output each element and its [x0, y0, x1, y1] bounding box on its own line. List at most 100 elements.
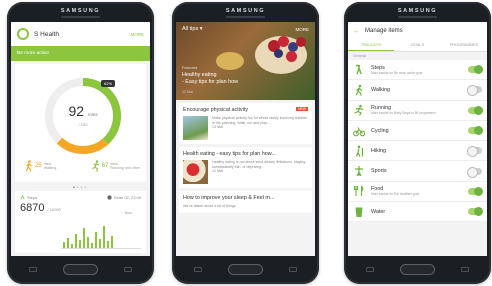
walking-icon — [25, 160, 32, 172]
tab-trackers[interactable]: TRACKERS — [348, 40, 395, 51]
tracker-row-7[interactable]: Food Main tracker for Eat healthier goal — [348, 182, 487, 203]
home-button[interactable] — [63, 264, 98, 275]
tip-card-text: Healthy eating is not about strict dieta… — [212, 160, 306, 169]
tab-programmes[interactable]: PROGRAMMES — [441, 40, 487, 51]
manage-tabs: TRACKERS GOALS PROGRAMMES — [348, 40, 487, 52]
back-key[interactable] — [289, 267, 297, 272]
berry-image — [274, 49, 283, 58]
tip-card-body: Healthy eating is not about strict dieta… — [183, 160, 308, 184]
tip-card-date: 12 Mar — [212, 169, 224, 174]
tracker-list: Steps Main tracker for Be more active goa… — [348, 60, 487, 223]
steps-count: 6870 — [20, 202, 45, 214]
walking-icon — [355, 84, 363, 96]
home-button[interactable] — [400, 264, 435, 275]
tracker-label: Walking — [371, 87, 468, 93]
activity-ring: 62% 92 mins / 150 — [41, 74, 125, 158]
hero-kicker: Featured — [182, 66, 198, 70]
hero-date: 12 Mar — [182, 90, 194, 94]
tracker-toggle[interactable] — [467, 85, 482, 97]
tip-card[interactable]: NEW Encourage physical activity Make phy… — [179, 103, 312, 144]
tracker-row-5[interactable]: Hiking — [348, 141, 487, 162]
tracker-label: Hiking — [371, 148, 468, 154]
tips-filter-label: All tips — [182, 26, 199, 32]
tracker-row-1[interactable]: Steps Main tracker for Be more active goa… — [348, 60, 487, 81]
steps-icon — [355, 64, 362, 74]
goal-banner[interactable]: Be more active — [11, 46, 150, 61]
app-header: S Health MORE — [11, 22, 150, 46]
tip-thumbnail-image — [183, 160, 208, 184]
steps-bar-graph — [61, 219, 141, 249]
tips-filter-dropdown[interactable]: All tips ▾ — [182, 26, 203, 32]
phone-s-health-dashboard: SAMSUNG S Health MORE Be more active 62%… — [7, 2, 154, 284]
tip-card-text: Make physical activity fun for whole fam… — [212, 116, 308, 125]
food-icon — [353, 185, 364, 197]
sports-icon — [355, 166, 363, 177]
steps-label: Steps — [27, 195, 38, 200]
hero-title: Healthy eating - Easy tips for plan how — [182, 72, 238, 86]
cycling-icon — [353, 126, 365, 136]
tab-goals[interactable]: GOALS — [394, 40, 440, 51]
tracker-label: Cycling — [371, 128, 468, 134]
tracker-toggle[interactable] — [468, 207, 483, 217]
recent-apps-key[interactable] — [29, 267, 37, 272]
activity-running: 67 mins Running and other — [91, 160, 140, 172]
tracker-subtitle: Main tracker for Baby Steps to 5K progra… — [371, 111, 436, 116]
tracker-row-4[interactable]: Cycling — [348, 121, 487, 142]
more-button[interactable]: MORE — [131, 32, 145, 37]
tracker-toggle[interactable] — [468, 186, 483, 196]
tracker-toggle[interactable] — [468, 105, 483, 115]
tracker-row-6[interactable]: Sports — [348, 161, 487, 182]
tracker-name: Walking — [371, 86, 390, 93]
phone-brand: SAMSUNG — [397, 8, 438, 14]
tip-card[interactable]: How to improve your sleep & Feel m... We… — [179, 191, 312, 213]
ring-value-number: 92 — [68, 103, 85, 119]
tracker-name: Sports — [371, 168, 387, 175]
tracker-row-8[interactable]: Water — [348, 202, 487, 223]
walking-value: 25 — [35, 163, 42, 169]
clock-icon — [107, 195, 112, 200]
feed-header: All tips ▾ MORE — [176, 22, 315, 36]
tracker-label: Sports — [371, 168, 468, 174]
tracker-toggle[interactable] — [467, 166, 482, 178]
steps-card[interactable]: Steps Sean 02, 22:05 6870 / 10000 Now — [15, 191, 146, 253]
steps-bar — [87, 237, 89, 248]
running-icon — [91, 160, 99, 172]
ring-value-unit: mins — [87, 112, 98, 117]
speaker-grille — [226, 16, 265, 18]
tracker-toggle[interactable] — [467, 146, 482, 158]
steps-bar — [79, 240, 81, 248]
back-arrow-icon[interactable]: ← — [353, 28, 360, 35]
steps-bar — [71, 244, 73, 248]
more-button[interactable]: MORE — [296, 27, 310, 32]
tracker-toggle[interactable] — [468, 126, 483, 136]
tip-card[interactable]: Health eating - easy tips for plan how..… — [179, 147, 312, 188]
app-title: S Health — [34, 30, 59, 38]
tracker-subtitle: Main tracker for Eat healthier goal — [371, 192, 419, 197]
steps-bar — [107, 241, 109, 248]
ring-percent-badge: 62% — [101, 80, 116, 87]
steps-bar — [75, 234, 77, 248]
steps-bar — [91, 243, 93, 248]
phone-health-tips-feed: SAMSUNG All tips ▾ MORE Featured Healthy… — [172, 2, 319, 284]
tip-card-date: 13 Mar — [212, 125, 224, 130]
tracker-name: Water — [371, 208, 386, 215]
s-health-logo-icon — [17, 28, 29, 40]
back-key[interactable] — [124, 267, 132, 272]
activity-breakdown: 25 mins Walking 67 mins Running and othe… — [25, 160, 140, 172]
manage-items-header: ← Manage items — [348, 22, 487, 40]
tracker-subtitle: Main tracker for Be more active goal — [371, 70, 423, 75]
tracker-row-3[interactable]: Running Main tracker for Baby Steps to 5K… — [348, 101, 487, 121]
tracker-row-2[interactable]: Walking — [348, 80, 487, 101]
steps-value: 6870 / 10000 — [20, 202, 141, 214]
recent-apps-key[interactable] — [194, 267, 202, 272]
steps-bar — [103, 226, 105, 248]
tracker-toggle[interactable] — [468, 65, 483, 75]
active-time-card[interactable]: 62% 92 mins / 150 25 mins Walking 67 min… — [15, 64, 146, 182]
back-key[interactable] — [461, 267, 469, 272]
steps-icon — [20, 195, 25, 200]
phone-brand: SAMSUNG — [60, 8, 101, 14]
home-button[interactable] — [228, 264, 263, 275]
steps-header: Steps Sean 02, 22:05 — [20, 195, 141, 200]
recent-apps-key[interactable] — [366, 267, 374, 272]
phone-brand: SAMSUNG — [225, 8, 266, 14]
